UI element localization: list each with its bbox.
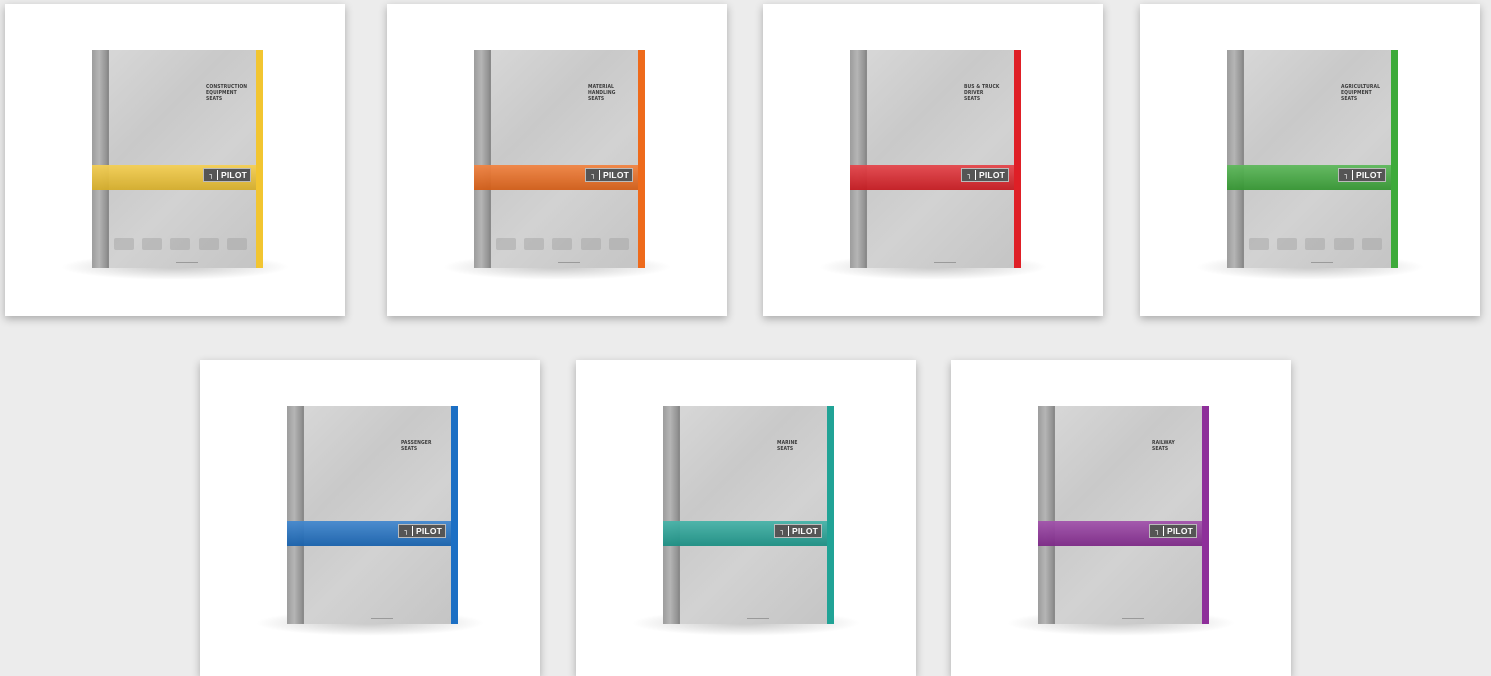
vehicle-icon [1361, 238, 1382, 250]
footer-line [1122, 618, 1144, 619]
catalog-cover: AGRICULTURAL EQUIPMENT SEATS ┐ PILOT [1227, 50, 1398, 268]
seat-icon: ┐ [777, 526, 789, 536]
spine-groove [1242, 50, 1244, 268]
spine-groove [107, 50, 109, 268]
cover-title: PASSENGER SEATS [401, 440, 453, 452]
book-spine [1227, 50, 1243, 268]
vehicle-icon [198, 238, 219, 250]
color-edge-stripe [827, 406, 834, 624]
color-edge-stripe [451, 406, 458, 624]
vehicle-illustrations [1245, 228, 1386, 250]
vehicle-illustrations [492, 228, 633, 250]
pilot-logo: ┐ PILOT [1338, 168, 1386, 182]
cover-title: BUS & TRUCK DRIVER SEATS [964, 84, 1016, 102]
spine-groove [1053, 406, 1055, 624]
catalog-cover: MARINE SEATS ┐ PILOT [663, 406, 834, 624]
cover-title-line: SEATS [964, 96, 981, 102]
pilot-logo: ┐ PILOT [585, 168, 633, 182]
vehicle-icon [170, 238, 191, 250]
footer-line [176, 262, 198, 263]
logo-text: PILOT [792, 526, 819, 536]
spine-groove [865, 50, 867, 268]
vehicle-icon [1249, 238, 1270, 250]
logo-text: PILOT [1356, 170, 1383, 180]
footer-line [558, 262, 580, 263]
book-spine [92, 50, 108, 268]
footer-line [934, 262, 956, 263]
seat-icon: ┐ [588, 170, 600, 180]
vehicle-icon [608, 238, 629, 250]
catalog-card[interactable]: AGRICULTURAL EQUIPMENT SEATS ┐ PILOT [1140, 4, 1480, 316]
seat-icon: ┐ [1152, 526, 1164, 536]
cover-title: CONSTRUCTION EQUIPMENT SEATS [206, 84, 258, 102]
logo-text: PILOT [416, 526, 443, 536]
catalog-cover: RAILWAY SEATS ┐ PILOT [1038, 406, 1209, 624]
catalog-cover: CONSTRUCTION EQUIPMENT SEATS ┐ PILOT [92, 50, 263, 268]
book-spine [663, 406, 679, 624]
logo-text: PILOT [979, 170, 1006, 180]
cover-title-line: SEATS [1341, 96, 1358, 102]
book-spine [850, 50, 866, 268]
logo-text: PILOT [603, 170, 630, 180]
catalog-card[interactable]: CONSTRUCTION EQUIPMENT SEATS ┐ PILOT [5, 4, 345, 316]
catalog-card[interactable]: BUS & TRUCK DRIVER SEATS ┐ PILOT [763, 4, 1103, 316]
catalog-cover: BUS & TRUCK DRIVER SEATS ┐ PILOT [850, 50, 1021, 268]
color-edge-stripe [638, 50, 645, 268]
catalog-card[interactable]: RAILWAY SEATS ┐ PILOT [951, 360, 1291, 676]
vehicle-icon [1305, 238, 1326, 250]
vehicle-icon [114, 238, 135, 250]
cover-title-line: SEATS [777, 446, 794, 452]
catalog-card[interactable]: MARINE SEATS ┐ PILOT [576, 360, 916, 676]
book-spine [287, 406, 303, 624]
cover-title: RAILWAY SEATS [1152, 440, 1204, 452]
cover-title-line: SEATS [588, 96, 605, 102]
vehicle-icon [142, 238, 163, 250]
logo-text: PILOT [1167, 526, 1194, 536]
spine-groove [678, 406, 680, 624]
spine-groove [489, 50, 491, 268]
seat-icon: ┐ [401, 526, 413, 536]
vehicle-icon [496, 238, 517, 250]
seat-icon: ┐ [1341, 170, 1353, 180]
cover-title-line: SEATS [1152, 446, 1169, 452]
catalog-cover: PASSENGER SEATS ┐ PILOT [287, 406, 458, 624]
pilot-logo: ┐ PILOT [1149, 524, 1197, 538]
catalog-card[interactable]: MATERIAL HANDLING SEATS ┐ PILOT [387, 4, 727, 316]
color-edge-stripe [256, 50, 263, 268]
cover-title: AGRICULTURAL EQUIPMENT SEATS [1341, 84, 1393, 102]
color-edge-stripe [1014, 50, 1021, 268]
pilot-logo: ┐ PILOT [774, 524, 822, 538]
color-edge-stripe [1391, 50, 1398, 268]
footer-line [747, 618, 769, 619]
cover-title: MATERIAL HANDLING SEATS [588, 84, 640, 102]
vehicle-icon [226, 238, 247, 250]
vehicle-icon [580, 238, 601, 250]
spine-groove [302, 406, 304, 624]
book-spine [474, 50, 490, 268]
catalog-card[interactable]: PASSENGER SEATS ┐ PILOT [200, 360, 540, 676]
pilot-logo: ┐ PILOT [203, 168, 251, 182]
vehicle-icon [552, 238, 573, 250]
catalog-cover: MATERIAL HANDLING SEATS ┐ PILOT [474, 50, 645, 268]
footer-line [1311, 262, 1333, 263]
seat-icon: ┐ [964, 170, 976, 180]
seat-icon: ┐ [206, 170, 218, 180]
vehicle-illustrations [110, 228, 251, 250]
cover-title-line: SEATS [401, 446, 418, 452]
logo-text: PILOT [221, 170, 248, 180]
color-edge-stripe [1202, 406, 1209, 624]
footer-line [371, 618, 393, 619]
vehicle-icon [524, 238, 545, 250]
book-spine [1038, 406, 1054, 624]
pilot-logo: ┐ PILOT [961, 168, 1009, 182]
pilot-logo: ┐ PILOT [398, 524, 446, 538]
vehicle-icon [1333, 238, 1354, 250]
vehicle-icon [1277, 238, 1298, 250]
cover-title: MARINE SEATS [777, 440, 829, 452]
cover-title-line: SEATS [206, 96, 223, 102]
